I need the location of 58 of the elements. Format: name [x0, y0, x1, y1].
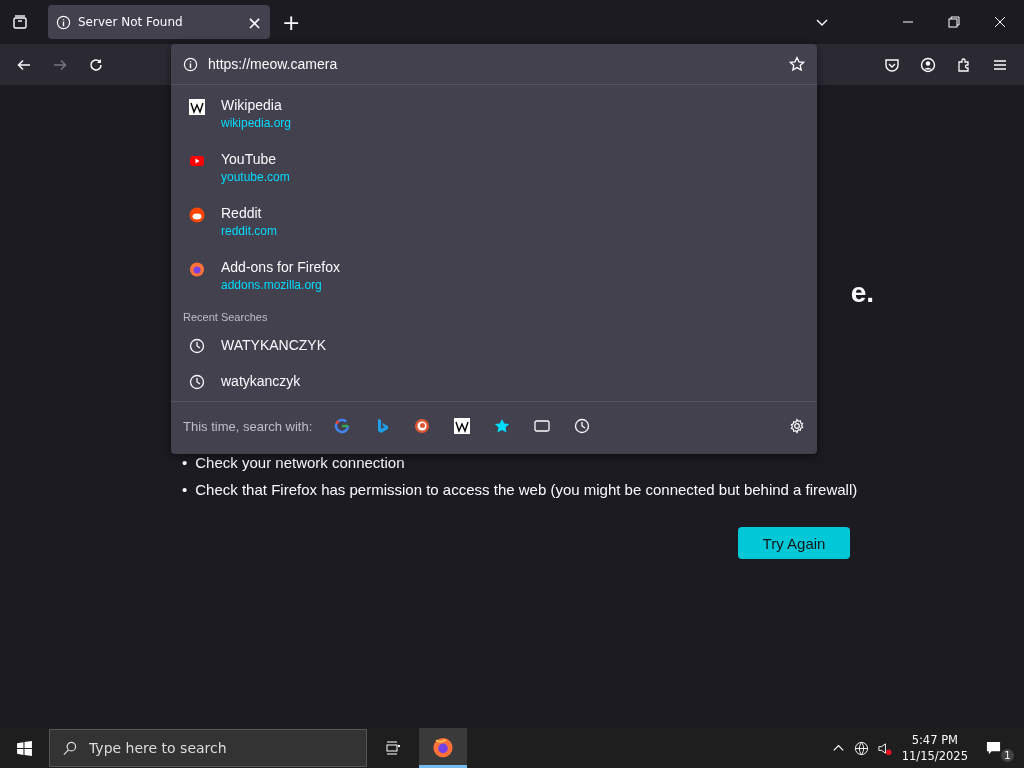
- tab-icon[interactable]: [534, 418, 551, 434]
- notification-count: 1: [1001, 749, 1014, 762]
- clock-icon: [189, 338, 205, 354]
- wikipedia-icon: [189, 99, 205, 115]
- suggestion-item[interactable]: YouTube youtube.com: [171, 139, 817, 193]
- suggestion-url: wikipedia.org: [221, 116, 292, 130]
- clock-icon: [189, 374, 205, 390]
- clock-date: 11/15/2025: [901, 748, 968, 764]
- puzzle-icon[interactable]: [956, 56, 972, 73]
- star-icon[interactable]: [494, 418, 511, 434]
- play-icon: [189, 153, 205, 169]
- info-icon: [56, 14, 71, 30]
- restore-icon[interactable]: [946, 14, 962, 30]
- firefox-taskbar-button[interactable]: [419, 728, 467, 768]
- settings-icon[interactable]: [789, 418, 805, 434]
- suggestion-title: Reddit: [221, 205, 263, 221]
- suggestion-title: Add-ons for Firefox: [221, 259, 341, 275]
- star-outline-icon[interactable]: [789, 56, 805, 72]
- task-view-icon[interactable]: [385, 740, 401, 756]
- clock-time: 5:47 PM: [911, 732, 958, 748]
- search-icon: [62, 740, 77, 756]
- wikipedia-icon[interactable]: [454, 418, 471, 434]
- tab-title: Server Not Found: [78, 15, 184, 29]
- check-item: Check that Firefox has permission to access the web (you might be connected but behind a firewall): [195, 480, 858, 500]
- message-icon: [986, 740, 1001, 756]
- close-icon[interactable]: [992, 14, 1008, 30]
- info-icon: [183, 56, 198, 72]
- bullet: •: [182, 480, 188, 500]
- suggestion-title: YouTube: [221, 151, 277, 167]
- pocket-icon[interactable]: [884, 56, 900, 73]
- suggestion-item[interactable]: Add-ons for Firefox addons.mozilla.org: [171, 247, 817, 301]
- suggestion-item[interactable]: Wikipedia wikipedia.org: [171, 85, 817, 139]
- suggestion-item[interactable]: Reddit reddit.com: [171, 193, 817, 247]
- check-item: Check your network connection: [195, 453, 405, 473]
- recent-search-item[interactable]: watykanczyk: [171, 363, 817, 399]
- suggestion-url: youtube.com: [221, 170, 290, 184]
- suggestion-url: addons.mozilla.org: [221, 278, 323, 292]
- close-tab-button[interactable]: ×: [246, 11, 262, 33]
- suggestion-title: Wikipedia: [221, 97, 283, 113]
- windows-start-icon[interactable]: [16, 739, 33, 757]
- taskbar-search-field[interactable]: Type here to search: [49, 729, 367, 767]
- g-letter-icon[interactable]: [334, 418, 351, 434]
- bullet: •: [182, 453, 188, 473]
- account-icon[interactable]: [920, 56, 936, 73]
- browser-tab[interactable]: Server Not Found ×: [48, 5, 270, 39]
- new-tab-button[interactable]: +: [282, 9, 301, 35]
- reload-icon[interactable]: [88, 56, 104, 73]
- clock-icon[interactable]: [574, 418, 591, 434]
- speaker-muted-icon[interactable]: [876, 740, 892, 756]
- suggestion-url: reddit.com: [221, 224, 278, 238]
- try-again-button[interactable]: Try Again: [738, 527, 850, 559]
- page-heading: e.: [850, 277, 874, 309]
- recent-search-item[interactable]: WATYKANCZYK: [171, 327, 817, 363]
- globe-icon[interactable]: [853, 740, 869, 756]
- tab-list-icon[interactable]: [12, 14, 28, 30]
- section-heading: Recent Searches: [182, 311, 269, 323]
- search-input[interactable]: Type here to search: [87, 739, 354, 757]
- search-with-label: This time, search with:: [183, 418, 313, 434]
